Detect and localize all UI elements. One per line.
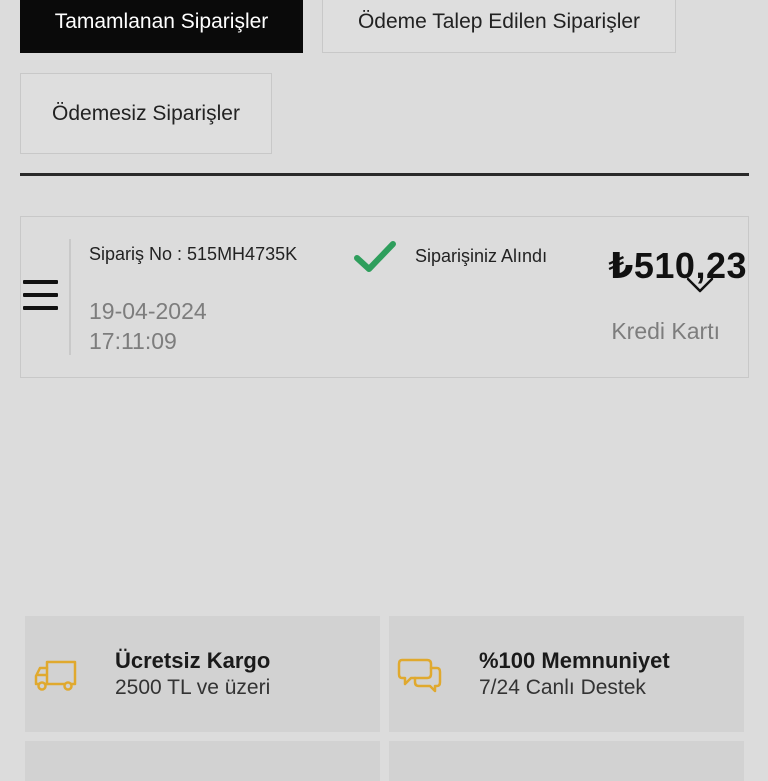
order-price: ₺510,23 bbox=[608, 245, 747, 286]
tab-unpaid-orders-label: Ödemesiz Siparişler bbox=[52, 101, 240, 125]
feature-card-partial bbox=[25, 741, 380, 781]
feature-title: %100 Memnuniyet bbox=[479, 648, 670, 673]
feature-card-partial bbox=[389, 741, 744, 781]
tab-payment-requested-orders[interactable]: Ödeme Talep Edilen Siparişler bbox=[322, 0, 676, 53]
tab-completed-orders-label: Tamamlanan Siparişler bbox=[54, 9, 269, 33]
feature-subtitle: 2500 TL ve üzeri bbox=[115, 676, 271, 699]
tab-completed-orders[interactable]: Tamamlanan Siparişler bbox=[20, 0, 303, 53]
card-separator bbox=[69, 239, 71, 355]
feature-satisfaction: %100 Memnuniyet 7/24 Canlı Destek bbox=[389, 616, 744, 732]
tab-payment-requested-orders-label: Ödeme Talep Edilen Siparişler bbox=[357, 9, 641, 33]
truck-icon bbox=[34, 660, 77, 691]
menu-icon[interactable] bbox=[23, 280, 58, 314]
chat-bubbles-icon bbox=[397, 658, 442, 693]
feature-free-shipping: Ücretsiz Kargo 2500 TL ve üzeri bbox=[25, 616, 380, 732]
order-date: 19-04-2024 bbox=[89, 298, 207, 324]
tab-unpaid-orders[interactable]: Ödemesiz Siparişler bbox=[20, 73, 272, 154]
tabs-divider bbox=[20, 173, 749, 176]
order-status: Siparişiniz Alındı bbox=[415, 246, 548, 266]
order-card[interactable]: Sipariş No : 515MH4735K 19-04-2024 17:11… bbox=[20, 216, 749, 378]
order-number: Sipariş No : 515MH4735K bbox=[89, 244, 298, 264]
order-time: 17:11:09 bbox=[89, 328, 177, 354]
chevron-down-icon[interactable] bbox=[685, 275, 715, 295]
feature-subtitle: 7/24 Canlı Destek bbox=[479, 676, 646, 699]
feature-title: Ücretsiz Kargo bbox=[115, 648, 271, 673]
check-icon bbox=[354, 241, 396, 272]
payment-method: Kredi Kartı bbox=[611, 318, 720, 344]
